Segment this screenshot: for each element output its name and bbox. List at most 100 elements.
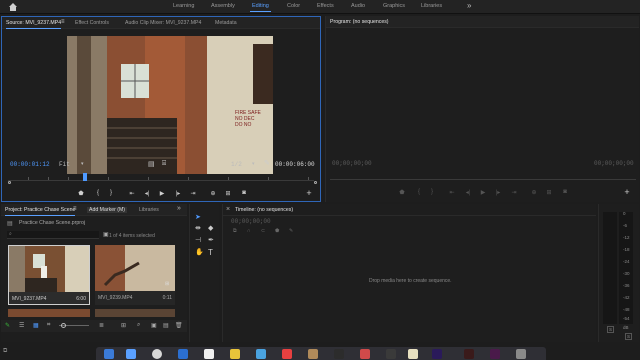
app-icon[interactable]: [490, 349, 500, 359]
wrench-icon[interactable]: ⌸: [162, 160, 166, 168]
linked-selection-icon[interactable]: ⊂: [261, 228, 265, 234]
settings-icon[interactable]: ▤: [148, 160, 155, 168]
clip-thumbnail-item[interactable]: MVI_9237.MP4 6:00: [8, 245, 90, 305]
notes-icon[interactable]: [230, 349, 240, 359]
close-icon[interactable]: ×: [226, 206, 230, 213]
list-view-icon[interactable]: ☰: [19, 322, 24, 329]
extract-button[interactable]: ⊞: [545, 188, 553, 196]
panel-menu-icon[interactable]: ≡: [61, 19, 65, 25]
tab-effect-controls[interactable]: Effect Controls: [75, 20, 109, 26]
mark-in-button[interactable]: {: [94, 189, 102, 197]
step-forward-button[interactable]: |▸: [494, 188, 502, 196]
workspace-tab-assembly[interactable]: Assembly: [211, 3, 235, 9]
music-icon[interactable]: [282, 349, 292, 359]
camera-icon[interactable]: ◙: [240, 189, 248, 197]
selection-tool-icon[interactable]: ➤: [195, 213, 201, 221]
nest-toggle-icon[interactable]: ⧉: [233, 228, 237, 234]
tab-libraries[interactable]: Libraries: [139, 207, 159, 213]
type-tool-icon[interactable]: T: [208, 248, 213, 257]
razor-tool-icon[interactable]: ◆: [208, 224, 213, 232]
go-to-in-button[interactable]: ⇤: [128, 189, 136, 197]
step-back-button[interactable]: ◂|: [143, 189, 151, 197]
app-icon[interactable]: [360, 349, 370, 359]
source-video-frame[interactable]: FIRE SAFE NO DEC DO NO: [67, 36, 273, 174]
camera-icon[interactable]: ◙: [561, 188, 569, 196]
program-current-timecode[interactable]: 00;00;00;00: [332, 160, 372, 167]
chevron-down-icon[interactable]: ▾: [81, 161, 84, 167]
add-button[interactable]: +: [305, 188, 313, 198]
mail-icon[interactable]: [178, 349, 188, 359]
source-current-timecode[interactable]: 00:00:01:12: [10, 161, 50, 168]
mark-out-button[interactable]: }: [107, 189, 115, 197]
play-button[interactable]: ▶: [158, 189, 166, 197]
panel-overflow-button[interactable]: »: [177, 205, 181, 212]
app-store-icon[interactable]: [126, 349, 136, 359]
safari-icon[interactable]: [152, 349, 162, 359]
insert-button[interactable]: ⊕: [209, 189, 217, 197]
workspace-tab-learning[interactable]: Learning: [173, 3, 194, 9]
solo-button-right[interactable]: S: [625, 333, 633, 340]
wrench-icon[interactable]: ✎: [264, 159, 270, 167]
app-icon[interactable]: [386, 349, 396, 359]
home-icon[interactable]: [8, 2, 18, 12]
sort-icon[interactable]: ≣: [99, 322, 104, 329]
search-input[interactable]: ⌕: [7, 231, 99, 239]
workspace-tab-editing[interactable]: Editing: [250, 3, 271, 12]
source-time-ruler[interactable]: [8, 173, 314, 181]
mark-out-button[interactable]: }: [428, 188, 436, 196]
panel-menu-icon[interactable]: ≡: [73, 206, 77, 212]
tab-metadata[interactable]: Metadata: [215, 20, 237, 26]
clip-thumbnail-item[interactable]: [95, 309, 175, 317]
program-time-ruler[interactable]: [330, 172, 636, 180]
pen-tool-icon[interactable]: ✒: [208, 236, 214, 244]
trash-icon[interactable]: [516, 349, 526, 359]
automate-to-sequence-icon[interactable]: ⊞: [121, 322, 126, 329]
workspace-tab-effects[interactable]: Effects: [317, 3, 334, 9]
go-to-out-button[interactable]: ⇥: [510, 188, 518, 196]
icon-view-icon[interactable]: ▦: [33, 322, 39, 329]
finder-icon[interactable]: [104, 349, 114, 359]
terminal-icon[interactable]: [334, 349, 344, 359]
overwrite-button[interactable]: ⊞: [224, 189, 232, 197]
tab-program[interactable]: Program: (no sequences): [330, 19, 389, 25]
tab-project[interactable]: Project: Practice Chase Scene: [5, 207, 76, 216]
zoom-handle-left[interactable]: [8, 181, 11, 184]
hand-tool-icon[interactable]: ✋: [195, 248, 204, 256]
slider-handle[interactable]: [61, 323, 66, 328]
workspace-tab-color[interactable]: Color: [287, 3, 300, 9]
zoom-handle-right[interactable]: [314, 181, 317, 184]
timeline-timecode[interactable]: 00;00;00;00: [231, 218, 271, 225]
find-icon[interactable]: ⌕: [137, 322, 140, 329]
play-button[interactable]: ▶: [479, 188, 487, 196]
new-bin-icon[interactable]: ▣: [103, 231, 109, 238]
clip-thumbnail-item[interactable]: ⊞ MVI_9239.MP4 0:11: [95, 245, 175, 305]
messages-icon[interactable]: [256, 349, 266, 359]
freeform-view-icon[interactable]: ⌗: [47, 322, 50, 329]
settings-icon[interactable]: ✎: [289, 228, 293, 234]
add-button[interactable]: +: [623, 187, 631, 197]
add-marker-button[interactable]: ⬟: [77, 189, 85, 197]
zoom-fit-dropdown[interactable]: Fit: [59, 161, 70, 168]
playback-resolution-dropdown[interactable]: 1/2: [231, 161, 242, 168]
tab-source[interactable]: Source: MVI_9237.MP4: [6, 20, 62, 29]
workspace-overflow-button[interactable]: »: [467, 1, 471, 10]
source-playhead[interactable]: [83, 173, 87, 181]
lift-button[interactable]: ⊕: [530, 188, 538, 196]
step-forward-button[interactable]: |▸: [174, 189, 182, 197]
tab-audio-clip-mixer[interactable]: Audio Clip Mixer: MVI_9237.MP4: [125, 20, 201, 26]
workspace-tab-graphics[interactable]: Graphics: [383, 3, 405, 9]
new-item-icon[interactable]: ▤: [163, 322, 169, 329]
solo-button-left[interactable]: S: [607, 326, 615, 333]
ripple-edit-tool-icon[interactable]: ⊣: [195, 236, 201, 244]
calendar-icon[interactable]: [204, 349, 214, 359]
new-bin-icon[interactable]: ▣: [151, 322, 157, 329]
go-to-in-button[interactable]: ⇤: [448, 188, 456, 196]
track-select-tool-icon[interactable]: ⇼: [195, 224, 201, 232]
workspace-tab-libraries[interactable]: Libraries: [421, 3, 442, 9]
tab-timeline[interactable]: Timeline: (no sequences): [235, 207, 293, 213]
go-to-out-button[interactable]: ⇥: [189, 189, 197, 197]
mark-in-button[interactable]: {: [415, 188, 423, 196]
app-icon[interactable]: [408, 349, 418, 359]
acrobat-icon[interactable]: [464, 349, 474, 359]
chevron-down-icon[interactable]: ▾: [252, 161, 255, 167]
